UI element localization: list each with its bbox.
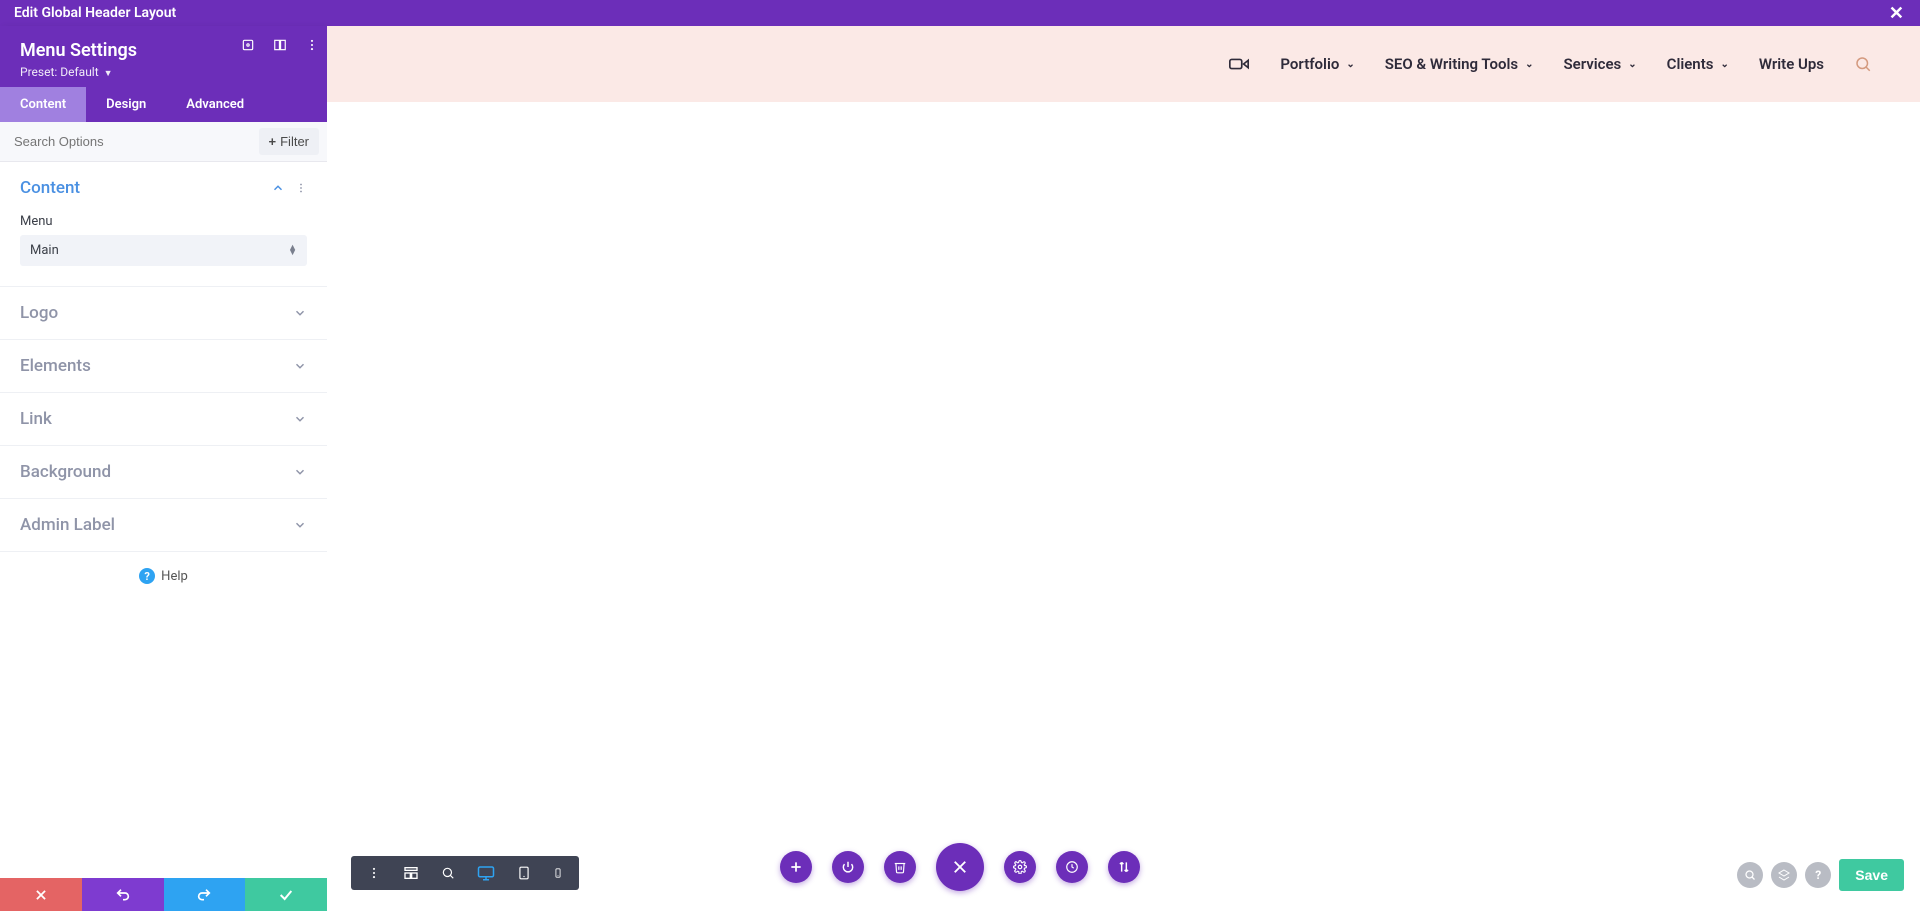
section-background: Background xyxy=(0,446,327,499)
wireframe-icon[interactable] xyxy=(403,865,419,881)
panel-footer xyxy=(0,878,327,911)
add-button[interactable] xyxy=(780,851,812,883)
tab-content[interactable]: Content xyxy=(0,87,86,122)
close-builder-button[interactable] xyxy=(936,843,984,891)
settings-button[interactable] xyxy=(1004,851,1036,883)
target-icon[interactable] xyxy=(241,38,255,52)
search-util-button[interactable] xyxy=(1737,862,1763,888)
layers-button[interactable] xyxy=(1771,862,1797,888)
undo-button[interactable] xyxy=(82,878,164,911)
kebab-menu-icon[interactable] xyxy=(295,182,307,194)
panel-header: Menu Settings Preset: Default ▼ xyxy=(0,26,327,87)
section-link-head[interactable]: Link xyxy=(0,393,327,445)
section-content: Content Menu Main ▲▼ xyxy=(0,162,327,287)
history-button[interactable] xyxy=(1056,851,1088,883)
title-bar-text: Edit Global Header Layout xyxy=(14,5,176,21)
search-icon[interactable] xyxy=(1854,55,1872,73)
menu-select[interactable]: Main ▲▼ xyxy=(20,235,307,266)
section-link: Link xyxy=(0,393,327,446)
tab-design[interactable]: Design xyxy=(86,87,166,122)
chevron-down-icon: ⌄ xyxy=(1720,59,1728,70)
settings-panel: Menu Settings Preset: Default ▼ Content … xyxy=(0,26,327,911)
plus-icon: + xyxy=(269,134,277,149)
section-elements-head[interactable]: Elements xyxy=(0,340,327,392)
chevron-down-icon: ⌄ xyxy=(1525,59,1533,70)
close-icon[interactable]: ✕ xyxy=(1885,3,1908,24)
chevron-down-icon xyxy=(293,518,307,532)
search-input[interactable] xyxy=(12,128,259,155)
zoom-icon[interactable] xyxy=(441,866,455,880)
title-bar: Edit Global Header Layout ✕ xyxy=(0,0,1920,26)
desktop-view-icon[interactable] xyxy=(477,864,495,882)
nav-services[interactable]: Services ⌄ xyxy=(1563,55,1636,73)
chevron-up-icon xyxy=(271,181,285,195)
help-link[interactable]: ? Help xyxy=(0,552,327,600)
redo-button[interactable] xyxy=(164,878,246,911)
section-elements: Elements xyxy=(0,340,327,393)
section-logo-head[interactable]: Logo xyxy=(0,287,327,339)
filter-button[interactable]: + Filter xyxy=(259,128,319,155)
tablet-view-icon[interactable] xyxy=(517,865,531,881)
help-icon: ? xyxy=(139,568,155,584)
chevron-down-icon xyxy=(293,412,307,426)
sections-list: Content Menu Main ▲▼ Logo xyxy=(0,162,327,878)
save-button[interactable]: Save xyxy=(1839,859,1904,891)
nav-writeups[interactable]: Write Ups xyxy=(1759,55,1824,73)
section-admin-label: Admin Label xyxy=(0,499,327,552)
select-arrows-icon: ▲▼ xyxy=(288,246,297,256)
power-button[interactable] xyxy=(832,851,864,883)
confirm-button[interactable] xyxy=(245,878,327,911)
search-filter-row: + Filter xyxy=(0,122,327,162)
section-background-head[interactable]: Background xyxy=(0,446,327,498)
sort-button[interactable] xyxy=(1108,851,1140,883)
nav-portfolio[interactable]: Portfolio ⌄ xyxy=(1280,55,1354,73)
preview-header: Portfolio ⌄ SEO & Writing Tools ⌄ Servic… xyxy=(327,26,1920,102)
view-toolbar xyxy=(351,856,579,890)
chevron-down-icon xyxy=(293,359,307,373)
chevron-down-icon: ⌄ xyxy=(1628,59,1636,70)
chevron-down-icon: ⌄ xyxy=(1346,59,1354,70)
video-camera-icon[interactable] xyxy=(1228,53,1250,75)
kebab-menu-icon[interactable] xyxy=(305,38,319,52)
delete-button[interactable] xyxy=(884,851,916,883)
kebab-menu-icon[interactable] xyxy=(367,866,381,880)
right-utility-actions: ? Save xyxy=(1737,859,1904,891)
nav-seo-tools[interactable]: SEO & Writing Tools ⌄ xyxy=(1385,55,1534,73)
help-util-button[interactable]: ? xyxy=(1805,862,1831,888)
builder-actions xyxy=(780,843,1140,891)
tab-advanced[interactable]: Advanced xyxy=(166,87,264,122)
columns-icon[interactable] xyxy=(273,38,287,52)
section-logo: Logo xyxy=(0,287,327,340)
chevron-down-icon xyxy=(293,465,307,479)
menu-field-label: Menu xyxy=(20,214,307,229)
nav-clients[interactable]: Clients ⌄ xyxy=(1667,55,1729,73)
section-content-head[interactable]: Content xyxy=(0,162,327,214)
settings-tabs: Content Design Advanced xyxy=(0,87,327,122)
chevron-down-icon: ▼ xyxy=(104,69,113,79)
preset-selector[interactable]: Preset: Default ▼ xyxy=(20,65,307,79)
section-admin-label-head[interactable]: Admin Label xyxy=(0,499,327,551)
cancel-button[interactable] xyxy=(0,878,82,911)
chevron-down-icon xyxy=(293,306,307,320)
phone-view-icon[interactable] xyxy=(553,865,563,881)
page-canvas: Portfolio ⌄ SEO & Writing Tools ⌄ Servic… xyxy=(327,26,1920,911)
